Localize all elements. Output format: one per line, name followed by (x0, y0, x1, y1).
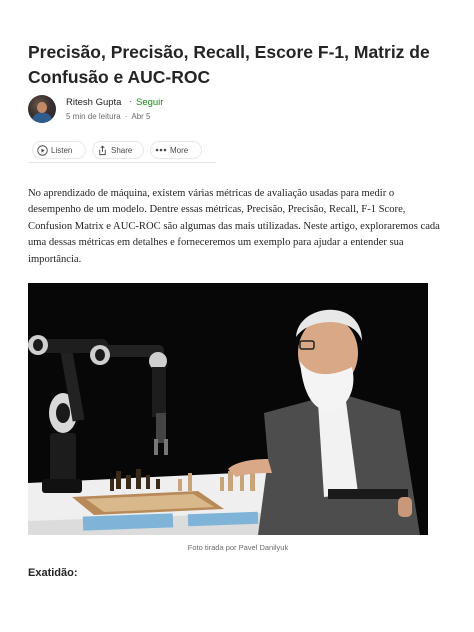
author-separator: · (129, 96, 132, 106)
author-row: Ritesh Gupta · Seguir 5 min de leitura · A… (28, 95, 328, 125)
article-title: Precisão, Precisão, Recall, Escore F-1, … (28, 42, 430, 87)
author-avatar[interactable] (28, 95, 56, 123)
play-circle-icon (37, 144, 48, 156)
follow-link[interactable]: Seguir (136, 97, 163, 108)
share-button[interactable]: Share (92, 141, 144, 159)
listen-label: Listen (51, 145, 73, 155)
section-heading: Exatidão: (28, 567, 78, 579)
more-label: More (170, 145, 189, 155)
share-icon (99, 144, 106, 155)
image-caption: Foto tirada por Pavel Danilyuk (187, 543, 289, 552)
more-button[interactable]: More (150, 141, 202, 159)
intro-paragraph: No aprendizado de máquina, existem vária… (28, 188, 440, 265)
meta-separator: · (124, 112, 128, 121)
share-label: Share (111, 145, 133, 155)
author-name[interactable]: Ritesh Gupta (66, 97, 121, 108)
read-time: 5 min de leitura (66, 112, 121, 121)
article-meta: 5 min de leitura · Abr 5 (66, 112, 151, 121)
more-dots-icon (155, 148, 167, 152)
listen-button[interactable]: Listen (32, 141, 86, 159)
publish-date: Abr 5 (131, 112, 151, 121)
article-photo (28, 283, 428, 535)
article-action-bar: Listen Share More (28, 140, 216, 163)
